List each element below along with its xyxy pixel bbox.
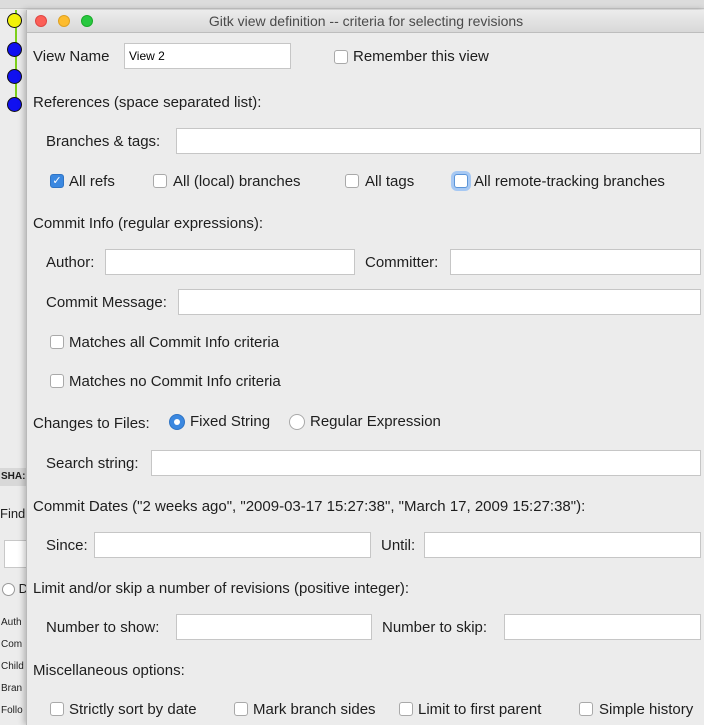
all-refs-checkbox[interactable]: ✓ bbox=[50, 174, 64, 188]
remember-view-checkbox[interactable] bbox=[334, 50, 348, 64]
fixed-string-label: Fixed String bbox=[190, 413, 271, 430]
regular-expression-label: Regular Expression bbox=[310, 413, 441, 430]
all-local-branches-label: All (local) branches bbox=[173, 173, 301, 190]
commit-node[interactable] bbox=[7, 69, 22, 84]
number-to-show-input[interactable] bbox=[176, 614, 372, 640]
match-none-checkbox[interactable] bbox=[50, 374, 64, 388]
list-item: Follo bbox=[1, 705, 23, 716]
view-name-input[interactable] bbox=[124, 43, 291, 69]
since-label: Since: bbox=[46, 537, 88, 554]
author-input[interactable] bbox=[105, 249, 355, 275]
strict-sort-checkbox[interactable] bbox=[50, 702, 64, 716]
all-tags-checkbox[interactable] bbox=[345, 174, 359, 188]
all-remote-tracking-checkbox[interactable] bbox=[454, 174, 468, 188]
search-string-label: Search string: bbox=[46, 455, 139, 472]
simple-history-checkbox[interactable] bbox=[579, 702, 593, 716]
since-input[interactable] bbox=[94, 532, 371, 558]
commit-message-label: Commit Message: bbox=[46, 294, 167, 311]
committer-label: Committer: bbox=[365, 254, 439, 271]
match-none-label: Matches no Commit Info criteria bbox=[69, 373, 281, 390]
commit-dates-heading: Commit Dates ("2 weeks ago", "2009-03-17… bbox=[33, 498, 586, 515]
list-item: Com bbox=[1, 639, 23, 650]
changes-to-files-label: Changes to Files: bbox=[33, 415, 150, 432]
number-to-show-label: Number to show: bbox=[46, 619, 160, 636]
number-to-skip-input[interactable] bbox=[504, 614, 701, 640]
commit-info-heading: Commit Info (regular expressions): bbox=[33, 215, 264, 232]
limit-skip-heading: Limit and/or skip a number of revisions … bbox=[33, 580, 409, 597]
strict-sort-label: Strictly sort by date bbox=[69, 701, 197, 718]
background-toolbar bbox=[0, 0, 704, 9]
mark-branch-sides-checkbox[interactable] bbox=[234, 702, 248, 716]
commit-message-input[interactable] bbox=[178, 289, 701, 315]
list-item: Auth bbox=[1, 617, 22, 628]
fixed-string-radio[interactable] bbox=[169, 414, 185, 430]
background-detail-list: Auth Com Child Bran Follo bbox=[1, 612, 24, 722]
commit-node[interactable] bbox=[7, 97, 22, 112]
all-tags-label: All tags bbox=[365, 173, 415, 190]
simple-history-label: Simple history bbox=[599, 701, 694, 718]
match-all-label: Matches all Commit Info criteria bbox=[69, 334, 280, 351]
references-heading: References (space separated list): bbox=[33, 94, 262, 111]
committer-input[interactable] bbox=[450, 249, 701, 275]
background-radio[interactable]: D bbox=[2, 581, 28, 597]
view-name-label: View Name bbox=[33, 48, 110, 65]
commit-node-current[interactable] bbox=[7, 13, 22, 28]
regular-expression-radio[interactable] bbox=[289, 414, 305, 430]
search-string-input[interactable] bbox=[151, 450, 701, 476]
window-title: Gitk view definition -- criteria for sel… bbox=[208, 13, 524, 29]
list-item: Bran bbox=[1, 683, 23, 694]
find-label: Find bbox=[0, 506, 26, 521]
title-bar[interactable]: Gitk view definition -- criteria for sel… bbox=[27, 10, 704, 33]
branches-tags-label: Branches & tags: bbox=[46, 133, 161, 150]
sha-label: SHA: bbox=[0, 468, 29, 486]
misc-options-heading: Miscellaneous options: bbox=[33, 662, 185, 679]
until-input[interactable] bbox=[424, 532, 701, 558]
branches-tags-input[interactable] bbox=[176, 128, 701, 154]
radio-icon bbox=[2, 583, 15, 597]
remember-view-label: Remember this view bbox=[353, 48, 489, 65]
commit-node[interactable] bbox=[7, 42, 22, 57]
list-item: Child bbox=[1, 661, 24, 672]
all-local-branches-checkbox[interactable] bbox=[153, 174, 167, 188]
mark-branch-sides-label: Mark branch sides bbox=[253, 701, 376, 718]
match-all-checkbox[interactable] bbox=[50, 335, 64, 349]
author-label: Author: bbox=[46, 254, 95, 271]
view-definition-dialog: Gitk view definition -- criteria for sel… bbox=[26, 10, 704, 725]
first-parent-checkbox[interactable] bbox=[399, 702, 413, 716]
checkmark-icon: ✓ bbox=[52, 175, 62, 187]
all-remote-tracking-label: All remote-tracking branches bbox=[474, 173, 665, 190]
background-find-box[interactable] bbox=[4, 540, 28, 568]
until-label: Until: bbox=[381, 537, 416, 554]
number-to-skip-label: Number to skip: bbox=[382, 619, 488, 636]
all-refs-label: All refs bbox=[69, 173, 115, 190]
first-parent-label: Limit to first parent bbox=[418, 701, 542, 718]
